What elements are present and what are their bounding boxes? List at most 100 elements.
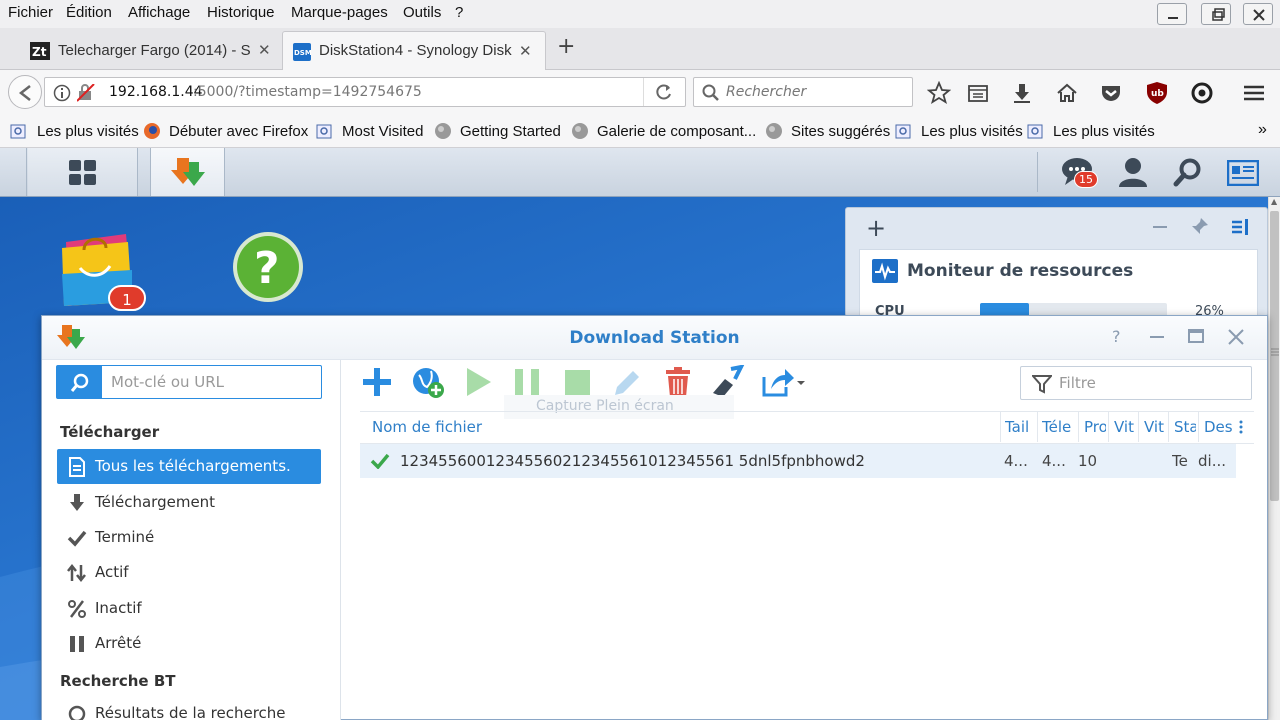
bookmark-sites-suggeres[interactable]: Sites suggérés — [791, 123, 890, 140]
page-scrollbar[interactable]: ▲ — [1268, 197, 1280, 720]
main-menu-button[interactable] — [28, 148, 138, 196]
url-bar[interactable]: 192.168.1.44 :5000/?timestamp=1492754675 — [44, 77, 686, 107]
svg-text:Zt: Zt — [32, 45, 47, 59]
menu-bar: Fichier Édition Affichage Historique Mar… — [0, 0, 1280, 28]
browser-search-placeholder: Rechercher — [726, 84, 807, 100]
browser-search-bar[interactable]: Rechercher — [693, 77, 913, 107]
share-menu-button[interactable] — [761, 365, 807, 399]
menu-affichage[interactable]: Affichage — [128, 4, 190, 21]
widgets-panel-icon[interactable] — [1227, 160, 1259, 186]
add-from-url-button[interactable] — [411, 365, 445, 399]
menu-historique[interactable]: Historique — [207, 4, 275, 21]
scroll-up-icon[interactable]: ▲ — [1271, 197, 1277, 206]
bookmark-folder-icon — [316, 124, 332, 139]
column-options-icon[interactable] — [1238, 419, 1244, 435]
menu-fichier[interactable]: Fichier — [8, 4, 53, 21]
search-button[interactable] — [57, 366, 102, 398]
pin-icon[interactable] — [1191, 217, 1209, 235]
column-header-upload-speed[interactable]: Vit — [1114, 418, 1136, 436]
stop-button[interactable] — [561, 365, 595, 399]
close-tab-icon[interactable]: ✕ — [519, 42, 532, 60]
globe-icon — [435, 123, 451, 139]
menu-outils[interactable]: Outils — [403, 4, 441, 21]
package-center-shortcut[interactable]: 1 — [58, 230, 148, 311]
minimize-icon[interactable] — [1148, 329, 1166, 345]
close-icon[interactable] — [1227, 328, 1245, 346]
tab-diskstation4[interactable]: DSM DiskStation4 - Synology Disk ✕ — [282, 31, 546, 70]
panel-collapse-icon[interactable] — [1230, 218, 1250, 236]
pause-button[interactable] — [511, 365, 545, 399]
close-tab-icon[interactable]: ✕ — [258, 41, 271, 59]
maximize-icon[interactable] — [1187, 328, 1205, 344]
column-header-size[interactable]: Tail — [1005, 418, 1035, 436]
add-widget-icon[interactable]: + — [866, 214, 886, 242]
bookmark-les-plus-visites-2[interactable]: Les plus visités — [921, 123, 1023, 140]
column-header-destination[interactable]: Des — [1204, 418, 1232, 436]
filter-box[interactable]: Filtre — [1020, 366, 1252, 400]
restore-window-button[interactable] — [1201, 3, 1231, 25]
search-icon — [702, 84, 719, 101]
bookmark-getting-started[interactable]: Getting Started — [460, 123, 561, 140]
delete-button[interactable] — [661, 365, 695, 399]
column-separator — [1078, 412, 1079, 442]
info-icon[interactable] — [53, 84, 71, 102]
resume-button[interactable] — [461, 365, 495, 399]
downloads-icon[interactable] — [1010, 81, 1034, 105]
menu-marque-pages[interactable]: Marque-pages — [291, 4, 388, 21]
ublock-shield-icon[interactable]: ub — [1145, 80, 1169, 106]
clear-completed-button[interactable] — [711, 365, 745, 399]
pocket-icon[interactable] — [1099, 81, 1123, 105]
column-header-progress[interactable]: Pro — [1084, 418, 1106, 436]
bookmark-les-plus-visites[interactable]: Les plus visités — [37, 123, 139, 140]
bookmarks-overflow-icon[interactable]: » — [1258, 121, 1267, 139]
check-icon — [67, 530, 87, 547]
help-shortcut[interactable]: ? — [231, 230, 305, 304]
extension-ring-icon[interactable] — [1190, 81, 1214, 105]
notifications-button[interactable]: 15 — [1060, 156, 1100, 192]
home-icon[interactable] — [1055, 81, 1079, 105]
reload-icon[interactable] — [655, 83, 673, 101]
tab-telecharger-fargo[interactable]: Zt Telecharger Fargo (2014) - S ✕ — [22, 33, 278, 70]
bookmark-most-visited[interactable]: Most Visited — [342, 123, 423, 140]
edit-button[interactable] — [611, 365, 645, 399]
column-header-download-speed[interactable]: Vit — [1144, 418, 1166, 436]
sidebar-item-completed[interactable]: Terminé — [57, 520, 321, 555]
column-header-status[interactable]: Sta — [1174, 418, 1196, 436]
keyword-search-box[interactable]: Mot-clé ou URL — [56, 365, 322, 399]
sidebar-item-inactive[interactable]: Inactif — [57, 591, 321, 626]
sidebar-item-label: Tous les téléchargements. — [95, 457, 291, 475]
search-icon — [70, 373, 89, 392]
notification-badge: 15 — [1074, 171, 1098, 188]
bookmark-debuter-firefox[interactable]: Débuter avec Firefox — [169, 123, 308, 140]
taskbar-download-station[interactable] — [150, 148, 225, 196]
column-separator — [1168, 412, 1169, 442]
minimize-window-button[interactable] — [1157, 3, 1187, 25]
search-icon[interactable] — [1173, 158, 1203, 188]
user-icon[interactable] — [1118, 157, 1148, 187]
tab-bar: Zt Telecharger Fargo (2014) - S ✕ DSM Di… — [0, 28, 1280, 70]
bookmark-star-icon[interactable] — [927, 81, 951, 105]
row-destination: di... — [1198, 452, 1226, 470]
sidebar-item-all-downloads[interactable]: Tous les téléchargements. — [57, 449, 321, 484]
help-icon[interactable]: ? — [1110, 328, 1126, 346]
bookmark-galerie[interactable]: Galerie de composant... — [597, 123, 756, 140]
hamburger-menu-icon[interactable] — [1242, 81, 1266, 105]
menu-help[interactable]: ? — [455, 4, 463, 21]
reading-list-icon[interactable] — [966, 81, 990, 105]
add-task-button[interactable] — [360, 365, 394, 399]
bookmark-les-plus-visites-3[interactable]: Les plus visités — [1053, 123, 1155, 140]
sidebar-item-active[interactable]: Actif — [57, 555, 321, 590]
minimize-widget-icon[interactable] — [1152, 220, 1168, 234]
sidebar-item-search-results[interactable]: Résultats de la recherche — [57, 696, 321, 720]
pulse-monitor-icon — [872, 259, 898, 283]
new-tab-icon[interactable]: + — [557, 34, 575, 59]
back-button[interactable] — [8, 75, 42, 109]
column-header-filename[interactable]: Nom de fichier — [372, 418, 572, 436]
sidebar-item-stopped[interactable]: Arrêté — [57, 626, 321, 661]
resource-monitor-widget[interactable]: Moniteur de ressources CPU 26% — [859, 249, 1258, 319]
column-header-downloaded[interactable]: Téle — [1042, 418, 1075, 436]
sidebar-item-downloading[interactable]: Téléchargement — [57, 485, 321, 520]
menu-edition[interactable]: Édition — [66, 4, 112, 21]
close-window-button[interactable] — [1243, 3, 1273, 25]
insecure-lock-icon[interactable] — [77, 84, 95, 102]
